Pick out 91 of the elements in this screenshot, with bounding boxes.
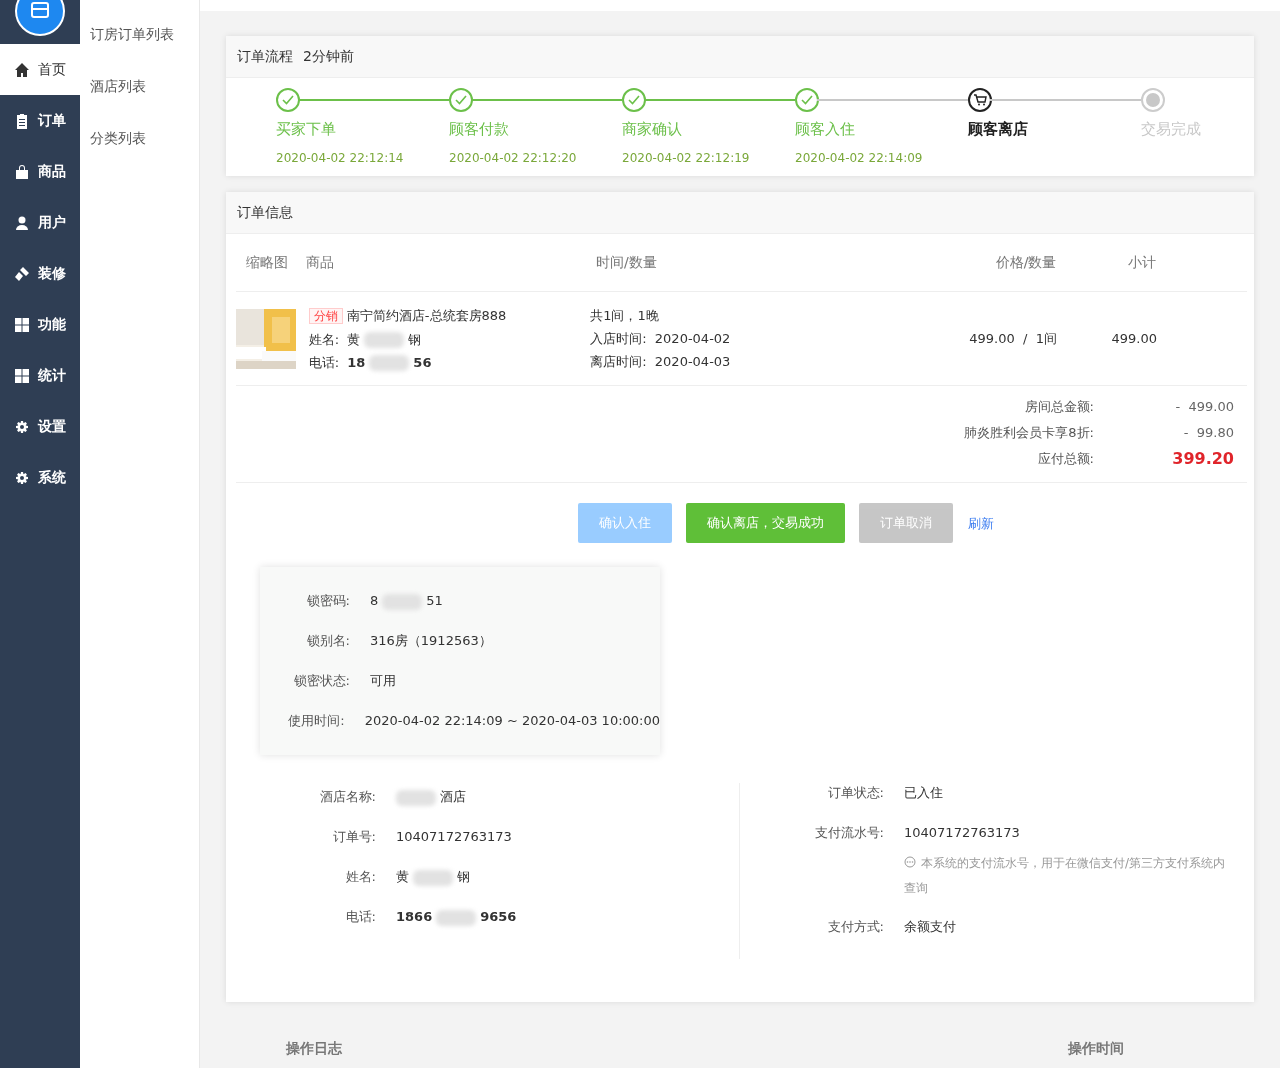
column-header: 缩略图 bbox=[246, 254, 288, 270]
bag-icon bbox=[14, 163, 30, 180]
refresh-link[interactable]: 刷新 bbox=[967, 513, 995, 533]
value-text: 10407172763173 bbox=[904, 825, 1020, 840]
paint-roller-icon bbox=[14, 265, 30, 282]
sidebar-item[interactable]: 功能 bbox=[0, 299, 80, 350]
value-text: 9656 bbox=[480, 909, 517, 924]
field-label: 订单状态: bbox=[827, 785, 884, 800]
step-time: 2020-04-02 22:12:19 bbox=[622, 149, 751, 167]
column-header: 时间/数量 bbox=[596, 254, 657, 270]
blur-mark bbox=[369, 355, 410, 371]
value-text: 316房（1912563） bbox=[370, 633, 492, 649]
field-label: 酒店名称: bbox=[319, 789, 376, 804]
hint-text: 本系统的支付流水号，用于在微信支付/第三方支付系统内查询 bbox=[904, 854, 1227, 897]
submenu-item[interactable]: 酒店列表 bbox=[90, 78, 146, 94]
value-text: 51 bbox=[426, 593, 443, 609]
value-text: 酒店 bbox=[440, 789, 466, 804]
total-label: 肺炎胜利会员卡享8折: bbox=[964, 425, 1094, 441]
card-title: 订单流程 bbox=[237, 47, 293, 66]
column-header: 操作时间 bbox=[1068, 1039, 1124, 1058]
sidebar-item[interactable]: 统计 bbox=[0, 350, 80, 401]
step-time: 2020-04-02 22:14:09 bbox=[795, 149, 924, 167]
grid-icon bbox=[14, 367, 30, 384]
column-header: 小计 bbox=[1127, 254, 1156, 270]
user-icon bbox=[14, 214, 30, 231]
price-text: 499.00 / 1间 bbox=[969, 330, 1057, 346]
settings-icon bbox=[14, 469, 30, 486]
subtotal-text: 499.00 bbox=[1111, 330, 1157, 346]
value-text: 钢 bbox=[408, 331, 422, 347]
total-label: 应付总额: bbox=[1037, 451, 1094, 467]
value-text: 已入住 bbox=[904, 785, 943, 800]
step-time: 2020-04-02 22:12:14 bbox=[276, 149, 405, 167]
value-text: 钢 bbox=[457, 869, 470, 884]
field-label: 订单号: bbox=[332, 829, 376, 844]
value-text: 18 bbox=[347, 354, 366, 370]
step-label: 商家确认 bbox=[622, 119, 683, 140]
settings-icon bbox=[14, 418, 30, 435]
value-text: 黄 bbox=[347, 331, 361, 347]
step-label: 买家下单 bbox=[276, 119, 337, 140]
booking-text: 入店时间: 2020-04-02 bbox=[590, 331, 731, 346]
blur-mark bbox=[364, 332, 405, 348]
value-text: 8 bbox=[370, 593, 379, 609]
field-label: 锁密码: bbox=[306, 593, 350, 609]
value-text: 2020-04-02 22:14:09 ~ 2020-04-03 10:00:00 bbox=[364, 713, 660, 729]
field-label: 电话: bbox=[345, 909, 376, 924]
total-value: - 499.00 bbox=[1175, 399, 1234, 415]
field-label: 锁密状态: bbox=[293, 673, 350, 689]
total-value: 399.20 bbox=[1172, 449, 1234, 468]
grid-icon bbox=[14, 316, 30, 333]
sidebar-item[interactable]: 设置 bbox=[0, 401, 80, 452]
sidebar-item[interactable]: 订单 bbox=[0, 95, 80, 146]
field-label: 电话: bbox=[308, 354, 340, 370]
sidebar-item[interactable]: 用户 bbox=[0, 197, 80, 248]
field-label: 支付方式: bbox=[827, 918, 884, 934]
step-label: 顾客入住 bbox=[795, 119, 856, 140]
submenu-item[interactable]: 订房订单列表 bbox=[90, 26, 174, 42]
step-label: 顾客离店 bbox=[968, 119, 1029, 140]
product-name: 南宁简约酒店-总统套房888 bbox=[346, 307, 507, 323]
column-header: 价格/数量 bbox=[995, 254, 1057, 270]
home-icon bbox=[14, 61, 30, 78]
field-label: 姓名: bbox=[345, 869, 376, 884]
sidebar-item[interactable]: 商品 bbox=[0, 146, 80, 197]
sidebar-item[interactable]: 装修 bbox=[0, 248, 80, 299]
value-text: 余额支付 bbox=[904, 918, 956, 934]
column-header: 商品 bbox=[306, 254, 334, 270]
comment-icon bbox=[904, 855, 916, 868]
value-text: 黄 bbox=[396, 869, 409, 884]
submenu-item[interactable]: 分类列表 bbox=[90, 130, 146, 146]
field-label: 锁别名: bbox=[306, 633, 350, 649]
total-label: 房间总金额: bbox=[1024, 399, 1094, 415]
step-time: 2020-04-02 22:12:20 bbox=[449, 149, 578, 167]
blur-mark bbox=[413, 869, 453, 886]
value-text: 1866 bbox=[396, 909, 433, 924]
sidebar-item[interactable]: 系统 bbox=[0, 452, 80, 503]
booking-text: 共1间，1晚 bbox=[590, 308, 659, 323]
value-text: 10407172763173 bbox=[396, 829, 512, 844]
column-header: 操作日志 bbox=[286, 1039, 342, 1058]
booking-text: 离店时间: 2020-04-03 bbox=[590, 354, 731, 369]
blur-mark bbox=[436, 909, 477, 926]
value-text: 可用 bbox=[370, 673, 396, 689]
step-label: 顾客付款 bbox=[449, 119, 510, 140]
field-label: 使用时间: bbox=[288, 713, 345, 729]
tag: 分销 bbox=[308, 307, 343, 324]
sidebar-item[interactable]: 首页 bbox=[0, 44, 80, 95]
field-label: 支付流水号: bbox=[814, 825, 884, 840]
value-text: 56 bbox=[413, 354, 432, 370]
card-title: 订单信息 bbox=[237, 203, 293, 222]
total-value: - 99.80 bbox=[1183, 425, 1234, 441]
time-ago: 2分钟前 bbox=[303, 47, 354, 66]
clipboard-icon bbox=[14, 112, 30, 129]
field-label: 姓名: bbox=[308, 331, 340, 347]
